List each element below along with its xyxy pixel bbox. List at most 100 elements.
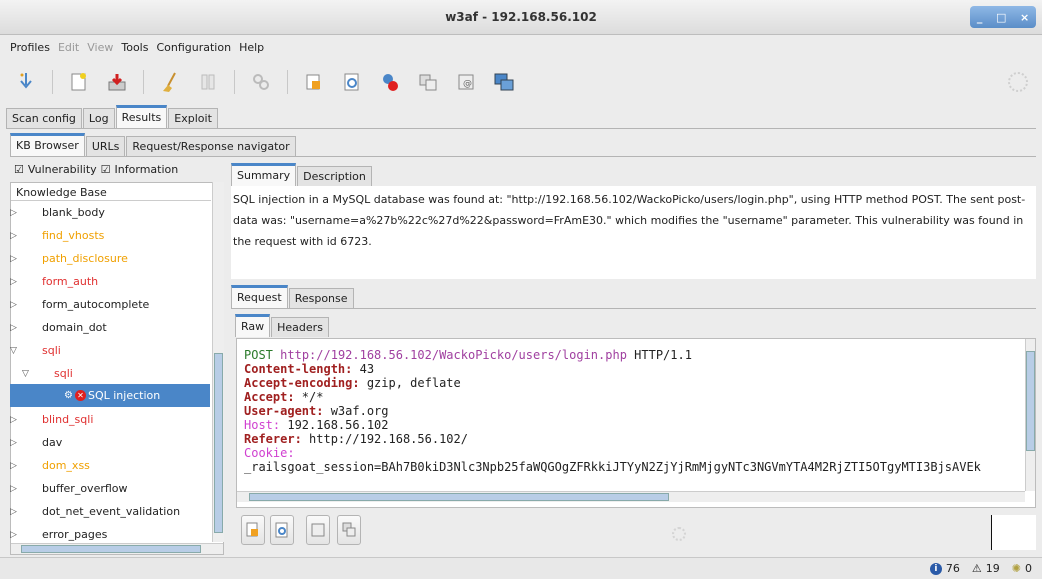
- separator: [52, 70, 53, 94]
- new-profile-icon[interactable]: [67, 70, 91, 94]
- expand-arrow-icon[interactable]: ▷: [10, 507, 28, 517]
- expand-arrow-icon[interactable]: ▷: [10, 300, 28, 310]
- send-to-manual-request-button[interactable]: [241, 515, 265, 545]
- kb-item-path-disclosure[interactable]: ▷ path_disclosure: [10, 247, 210, 270]
- kb-item-label: buffer_overflow: [42, 482, 128, 495]
- expand-arrow-icon[interactable]: ▷: [10, 461, 28, 471]
- expand-arrow-icon[interactable]: ▷: [10, 277, 28, 287]
- scrollbar-thumb[interactable]: [249, 493, 669, 501]
- kb-item-sqli-plugin[interactable]: ▽ sqli: [10, 362, 210, 385]
- gears-icon: ⚙: [64, 390, 73, 401]
- request-horizontal-scrollbar[interactable]: [237, 491, 1025, 502]
- collapse-arrow-icon[interactable]: ▽: [10, 346, 28, 356]
- kb-item-label: blind_sqli: [42, 413, 94, 426]
- fuzzy-request-icon[interactable]: [340, 70, 364, 94]
- expand-arrow-icon[interactable]: ▷: [10, 415, 28, 425]
- expand-arrow-icon[interactable]: ▷: [10, 530, 28, 540]
- scrollbar-thumb[interactable]: [21, 545, 201, 553]
- header-value: http://192.168.56.102/: [301, 432, 468, 446]
- kb-item-dav[interactable]: ▷ dav: [10, 431, 210, 454]
- close-button[interactable]: ×: [1020, 11, 1029, 24]
- proxy-icon[interactable]: [492, 70, 516, 94]
- scrollbar-thumb[interactable]: [1026, 351, 1035, 451]
- manual-request-icon[interactable]: [302, 70, 326, 94]
- tab-exploit[interactable]: Exploit: [168, 108, 218, 128]
- header-value: */*: [294, 390, 324, 404]
- search-field[interactable]: [991, 515, 1036, 550]
- collapse-arrow-icon[interactable]: ▽: [22, 369, 40, 379]
- tab-headers[interactable]: Headers: [271, 317, 329, 337]
- expand-arrow-icon[interactable]: ▷: [10, 484, 28, 494]
- kb-item-find-vhosts[interactable]: ▷ find_vhosts: [10, 224, 210, 247]
- header-name: Cookie:: [244, 446, 295, 460]
- scrollbar-thumb[interactable]: [214, 353, 223, 533]
- menu-help[interactable]: Help: [239, 41, 264, 54]
- expand-arrow-icon[interactable]: ▷: [10, 208, 28, 218]
- header-name: Content-length:: [244, 362, 353, 376]
- compare-icon[interactable]: @: [454, 70, 478, 94]
- request-vertical-scrollbar[interactable]: [1025, 339, 1035, 491]
- status-bar: i 76 ⚠ 19 ✺ 0: [0, 557, 1042, 579]
- kb-vertical-scrollbar[interactable]: [212, 182, 224, 542]
- tab-kb-browser[interactable]: KB Browser: [10, 133, 85, 156]
- expand-arrow-icon[interactable]: ▷: [10, 231, 28, 241]
- clear-broom-icon[interactable]: [158, 70, 182, 94]
- kb-item-blind-sqli[interactable]: ▷ blind_sqli: [10, 408, 210, 431]
- kb-item-sqli[interactable]: ▽ sqli: [10, 339, 210, 362]
- vulnerability-label: Vulnerability: [27, 163, 97, 176]
- kb-item-dot-net-event-validation[interactable]: ▷ dot_net_event_validation: [10, 500, 210, 523]
- divider: [10, 156, 1036, 157]
- tab-request-response-navigator[interactable]: Request/Response navigator: [126, 136, 296, 156]
- expand-arrow-icon[interactable]: ▷: [10, 254, 28, 264]
- maximize-button[interactable]: □: [996, 11, 1006, 24]
- warning-count: 19: [985, 562, 1000, 575]
- menu-configuration[interactable]: Configuration: [156, 41, 231, 54]
- kb-item-label: SQL injection: [87, 389, 161, 402]
- tab-description[interactable]: Description: [297, 166, 372, 186]
- tab-request[interactable]: Request: [231, 285, 288, 308]
- kb-item-label: sqli: [42, 344, 61, 357]
- information-checkbox[interactable]: ☑: [101, 163, 111, 176]
- request-response-tab-bar: Request Response: [231, 285, 355, 308]
- menu-edit[interactable]: Edit: [58, 41, 79, 54]
- tab-results[interactable]: Results: [115, 105, 168, 128]
- pause-icon[interactable]: [196, 70, 220, 94]
- menu-profiles[interactable]: Profiles: [10, 41, 50, 54]
- kb-item-domain-dot[interactable]: ▷ domain_dot: [10, 316, 210, 339]
- export-request-icon[interactable]: [416, 70, 440, 94]
- tab-scan-config[interactable]: Scan config: [6, 108, 82, 128]
- kb-item-form-autocomplete[interactable]: ▷ form_autocomplete: [10, 293, 210, 316]
- send-to-compare-button[interactable]: [306, 515, 330, 545]
- export-request-button[interactable]: [337, 515, 361, 545]
- minimize-button[interactable]: _: [977, 11, 983, 24]
- tab-summary[interactable]: Summary: [231, 163, 297, 186]
- expand-arrow-icon[interactable]: ▷: [10, 438, 28, 448]
- save-profile-icon[interactable]: [105, 70, 129, 94]
- exploit-all-icon[interactable]: [249, 70, 273, 94]
- kb-item-dom-xss[interactable]: ▷ dom_xss: [10, 454, 210, 477]
- menu-tools[interactable]: Tools: [121, 41, 148, 54]
- detail-tab-bar: Summary Description: [231, 163, 373, 186]
- header-name: Accept-encoding:: [244, 376, 360, 390]
- vulnerability-checkbox[interactable]: ☑: [14, 163, 24, 176]
- tab-log[interactable]: Log: [82, 108, 115, 128]
- header-value: 43: [352, 362, 375, 376]
- kb-item-blank-body[interactable]: ▷ blank_body: [10, 201, 210, 224]
- kb-item-buffer-overflow[interactable]: ▷ buffer_overflow: [10, 477, 210, 500]
- divider: [231, 308, 1036, 309]
- kb-item-label: blank_body: [42, 206, 105, 219]
- raw-request-text[interactable]: POST http://192.168.56.102/WackoPicko/us…: [240, 343, 1025, 489]
- menu-view[interactable]: View: [87, 41, 113, 54]
- kb-item-label: dom_xss: [42, 459, 90, 472]
- kb-item-form-auth[interactable]: ▷ form_auth: [10, 270, 210, 293]
- send-to-fuzzy-request-button[interactable]: [270, 515, 294, 545]
- tab-raw[interactable]: Raw: [235, 314, 271, 337]
- encode-decode-icon[interactable]: [378, 70, 402, 94]
- kb-item-sql-injection[interactable]: ⚙ ✕ SQL injection: [10, 384, 210, 407]
- svg-text:@: @: [463, 79, 472, 89]
- kb-horizontal-scrollbar[interactable]: [11, 543, 223, 554]
- tab-response[interactable]: Response: [288, 288, 354, 308]
- expand-arrow-icon[interactable]: ▷: [10, 323, 28, 333]
- tab-urls[interactable]: URLs: [85, 136, 126, 156]
- wizard-icon[interactable]: [14, 70, 38, 94]
